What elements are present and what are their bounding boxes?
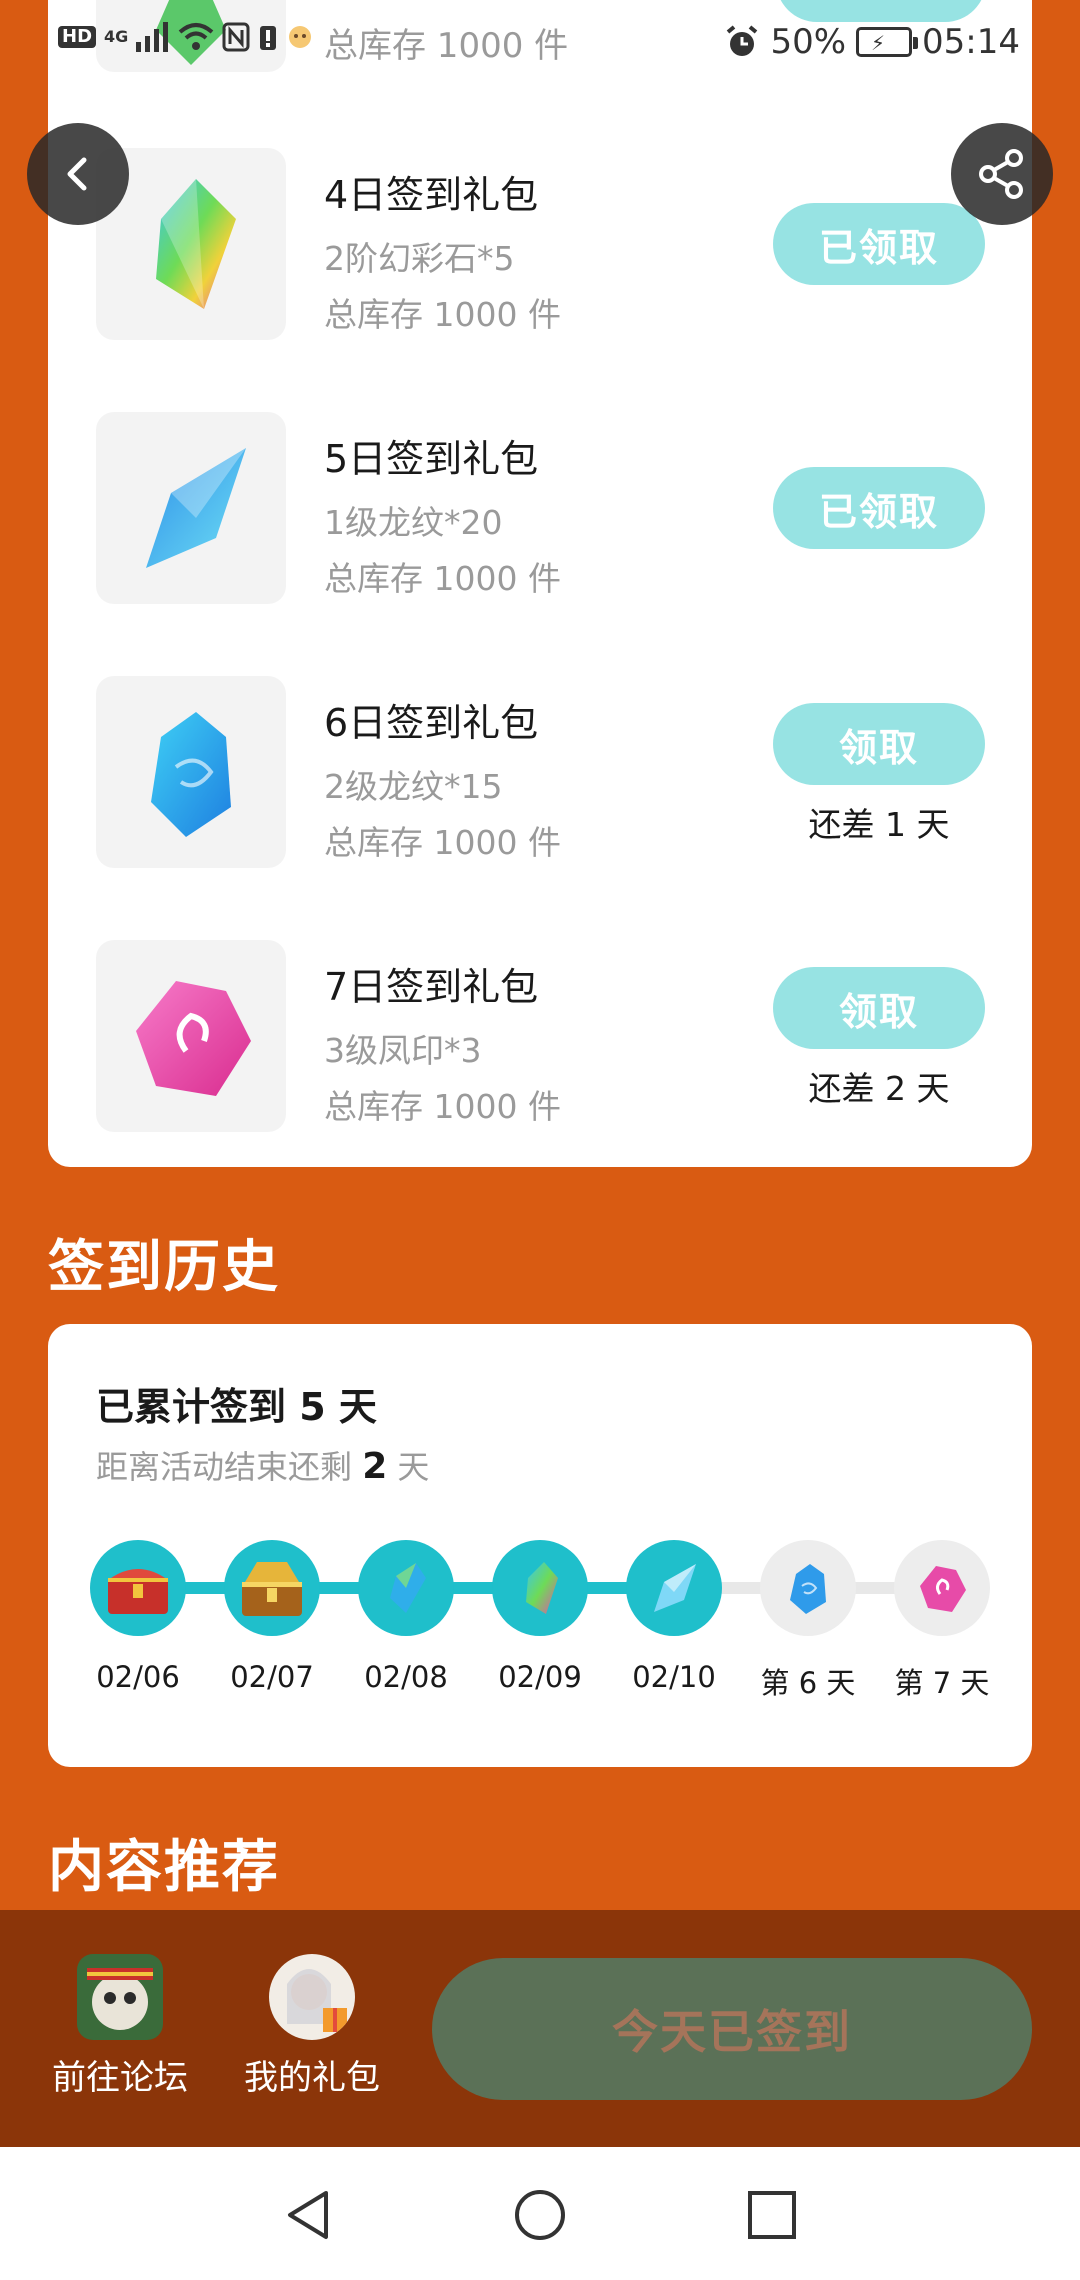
gift-item: 5日签到礼包 1级龙纹*20 总库存 1000 件 已领取 <box>48 412 1032 604</box>
claimed-button[interactable]: 已领取 <box>773 203 985 285</box>
chevron-left-icon <box>67 157 87 191</box>
blue-dragon-gem-icon <box>151 712 231 837</box>
nfc-icon <box>222 22 250 52</box>
history-section-title: 签到历史 <box>48 1235 280 1300</box>
day-node <box>358 1540 454 1636</box>
day-node <box>90 1540 186 1636</box>
claim-button[interactable]: 领取 <box>773 967 985 1049</box>
gift-stock: 总库存 1000 件 <box>324 559 561 598</box>
gift-description: 1级龙纹*20 <box>324 503 503 542</box>
claim-button[interactable]: 领取 <box>773 703 985 785</box>
forum-game-icon <box>77 1954 163 2040</box>
gift-title: 6日签到礼包 <box>324 701 539 745</box>
gift-item: 6日签到礼包 2级龙纹*15 总库存 1000 件 领取 还差 1 天 <box>48 676 1032 868</box>
battery-percent: 50% <box>770 22 847 62</box>
my-gifts-link[interactable]: 我的礼包 <box>232 1954 392 2099</box>
history-card: 已累计签到 5 天 距离活动结束还剩 2 天 02/06 02/07 02/08… <box>48 1324 1032 1767</box>
pink-phoenix-gem-icon <box>136 981 251 1096</box>
gift-title: 5日签到礼包 <box>324 437 539 481</box>
battery-alert-icon <box>260 26 277 50</box>
my-gifts-label: 我的礼包 <box>244 2058 380 2098</box>
gift-thumbnail <box>96 412 286 604</box>
gift-stock: 总库存 1000 件 <box>324 295 561 334</box>
gift-description: 2级龙纹*15 <box>324 767 503 806</box>
my-gifts-avatar-icon <box>269 1954 355 2040</box>
status-icons-left: HD 4G <box>58 22 314 52</box>
days-until-event-end: 距离活动结束还剩 2 天 <box>96 1442 429 1488</box>
green-crystal-icon <box>390 1563 426 1613</box>
gift-thumbnail <box>96 940 286 1132</box>
gift-item: 7日签到礼包 3级凤印*3 总库存 1000 件 领取 还差 2 天 <box>48 940 1032 1132</box>
blue-dragon-gem-icon <box>790 1564 826 1614</box>
blue-dragon-shard-icon <box>146 448 246 568</box>
system-nav-bar <box>0 2147 1080 2280</box>
day-label: 02/09 <box>498 1660 582 1694</box>
rainbow-crystal-icon <box>526 1562 558 1614</box>
gift-stock: 总库存 1000 件 <box>324 823 561 862</box>
alarm-icon <box>727 25 758 56</box>
red-chest-icon <box>108 1569 168 1614</box>
day-label: 02/06 <box>96 1660 180 1694</box>
gift-item: 4日签到礼包 2阶幻彩石*5 总库存 1000 件 已领取 <box>48 148 1032 340</box>
nav-home-icon[interactable] <box>512 2187 568 2243</box>
remaining-prefix: 距离活动结束还剩 <box>96 1448 363 1486</box>
total-days-value: 5 <box>299 1385 326 1429</box>
day-node <box>224 1540 320 1636</box>
day-node-upcoming <box>760 1540 856 1636</box>
day-label: 02/07 <box>230 1660 314 1694</box>
day-node <box>626 1540 722 1636</box>
hd-badge: HD <box>58 26 97 48</box>
gold-chest-icon <box>242 1562 302 1616</box>
total-suffix: 天 <box>325 1385 377 1429</box>
pink-phoenix-gem-icon <box>920 1566 966 1612</box>
gift-description: 2阶幻彩石*5 <box>324 239 515 278</box>
day-node-upcoming <box>894 1540 990 1636</box>
gift-stock: 总库存 1000 件 <box>324 1087 561 1126</box>
claimed-button[interactable]: 已领取 <box>773 467 985 549</box>
day-node <box>492 1540 588 1636</box>
day-label: 02/10 <box>632 1660 716 1694</box>
status-bar: HD 4G 50% ⚡ 05:14 <box>0 0 1080 90</box>
clock-time: 05:14 <box>922 22 1020 62</box>
battery-charging-icon: ⚡ <box>856 27 919 57</box>
nav-recents-icon[interactable] <box>744 2187 800 2243</box>
forum-label: 前往论坛 <box>52 2058 188 2098</box>
days-remaining-note: 还差 1 天 <box>808 805 950 844</box>
remaining-days-value: 2 <box>362 1446 388 1487</box>
forum-link[interactable]: 前往论坛 <box>40 1954 200 2099</box>
blue-dragon-shard-icon <box>654 1564 696 1612</box>
day-label: 第 7 天 <box>894 1666 990 1700</box>
days-remaining-note: 还差 2 天 <box>808 1069 950 1108</box>
share-button[interactable] <box>951 123 1053 225</box>
day-label: 第 6 天 <box>760 1666 856 1700</box>
recommend-section-title: 内容推荐 <box>48 1835 280 1900</box>
gift-title: 7日签到礼包 <box>324 965 539 1009</box>
bottom-action-bar: 前往论坛 我的礼包 今天已签到 <box>0 1910 1080 2147</box>
wifi-icon <box>178 23 214 50</box>
gift-list-card: 总库存 1000 件 4日签到礼包 2阶幻彩石*5 总库存 1000 件 已领取… <box>48 0 1032 1167</box>
remaining-suffix: 天 <box>387 1448 430 1486</box>
network-type-label: 4G <box>104 27 129 46</box>
notification-emoji-icon <box>289 26 312 48</box>
nav-back-icon[interactable] <box>280 2187 336 2243</box>
total-checkin-days: 已累计签到 5 天 <box>96 1376 377 1431</box>
gift-thumbnail <box>96 676 286 868</box>
checked-in-today-button[interactable]: 今天已签到 <box>432 1958 1032 2100</box>
gift-description: 3级凤印*3 <box>324 1031 482 1070</box>
back-button[interactable] <box>27 123 129 225</box>
rainbow-crystal-icon <box>156 179 236 309</box>
total-prefix: 已累计签到 <box>96 1385 300 1429</box>
share-icon <box>979 149 1023 199</box>
signal-icon <box>136 22 169 52</box>
day-label: 02/08 <box>364 1660 448 1694</box>
status-icons-right: 50% ⚡ 05:14 <box>724 22 1020 62</box>
gift-title: 4日签到礼包 <box>324 173 539 217</box>
